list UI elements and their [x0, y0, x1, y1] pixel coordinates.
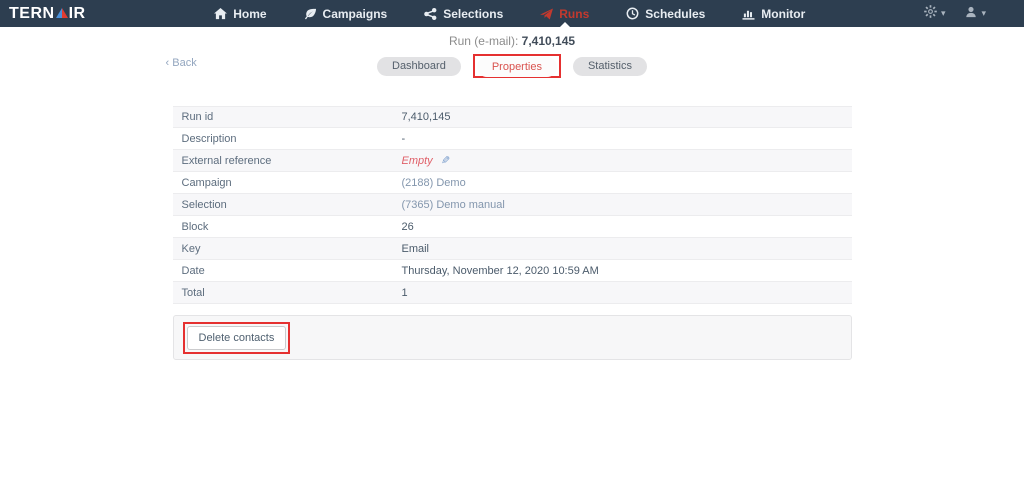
row-value: - — [401, 132, 406, 145]
nav-item-monitor[interactable]: Monitor — [742, 0, 805, 27]
page-title-run-id: 7,410,145 — [521, 34, 576, 48]
nav-label: Runs — [559, 6, 590, 21]
schedules-icon — [626, 7, 639, 20]
user-icon — [965, 5, 977, 23]
row-value: 7,410,145 — [401, 111, 451, 123]
row-label: Run id — [181, 111, 214, 123]
runs-icon — [540, 7, 554, 20]
tab-dashboard[interactable]: Dashboard — [377, 56, 461, 76]
table-row-run-id: Run id 7,410,145 — [172, 106, 852, 128]
row-label: Date — [181, 264, 205, 277]
properties-table: Run id 7,410,145 Description - External … — [172, 106, 852, 304]
row-label: Block — [181, 220, 209, 233]
table-row-selection: Selection (7365) Demo manual — [172, 194, 852, 216]
logo-triangle-icon — [55, 8, 68, 18]
row-value: Email — [401, 242, 430, 255]
nav-item-runs[interactable]: Runs — [540, 0, 589, 27]
logo-text-right: IR — [68, 4, 86, 22]
main-nav: Home Campaigns Selections Runs Schedules… — [96, 0, 924, 27]
navbar-right-controls: ▾ ▾ — [924, 4, 1024, 23]
nav-item-campaigns[interactable]: Campaigns — [304, 0, 388, 27]
back-chevron-icon: ‹ — [165, 57, 170, 69]
row-label: Campaign — [181, 176, 232, 189]
table-row-total: Total 1 — [172, 282, 852, 304]
tabs: Dashboard Properties Statistics — [173, 54, 852, 78]
row-value: 1 — [401, 286, 408, 299]
row-value: 26 — [401, 220, 414, 233]
monitor-icon — [742, 8, 755, 20]
row-label: Total — [181, 286, 205, 299]
row-label: Key — [181, 242, 201, 255]
chevron-down-icon: ▾ — [940, 8, 946, 18]
delete-contacts-button[interactable]: Delete contacts — [186, 325, 287, 350]
nav-item-home[interactable]: Home — [214, 0, 267, 27]
logo-text-left: TERN — [9, 4, 55, 22]
row-label: External reference — [181, 154, 272, 167]
nav-label: Home — [233, 6, 267, 21]
table-row-date: Date Thursday, November 12, 2020 10:59 A… — [172, 260, 852, 282]
selection-link[interactable]: (7365) Demo manual — [402, 199, 505, 211]
gear-icon — [924, 4, 937, 23]
empty-value-text: Empty — [401, 155, 433, 167]
user-menu[interactable]: ▾ — [965, 5, 986, 23]
tab-statistics[interactable]: Statistics — [572, 56, 647, 76]
edit-pencil-icon[interactable]: ✎ — [441, 154, 450, 167]
campaign-link[interactable]: (2188) Demo — [402, 177, 466, 189]
nav-label: Schedules — [645, 6, 706, 21]
nav-label: Monitor — [761, 6, 806, 21]
table-row-key: Key Email — [172, 238, 852, 260]
table-row-description: Description - — [172, 128, 852, 150]
page-title-prefix: Run (e-mail): — [448, 34, 519, 48]
home-icon — [214, 7, 228, 20]
annotation-box-delete-contacts: Delete contacts — [182, 321, 291, 354]
top-navbar: TERN IR Home Campaigns Selections Runs S… — [0, 0, 1024, 27]
table-row-block: Block 26 — [172, 216, 852, 238]
settings-menu[interactable]: ▾ — [924, 4, 946, 23]
row-value: Empty ✎ — [402, 154, 450, 167]
annotation-box-properties: Properties — [472, 54, 561, 78]
row-label: Description — [181, 132, 237, 145]
table-row-external-reference: External reference Empty ✎ — [172, 150, 852, 172]
row-label: Selection — [181, 198, 227, 211]
page-title: Run (e-mail): 7,410,145 — [0, 34, 1024, 48]
nav-item-selections[interactable]: Selections — [424, 0, 503, 27]
actions-panel: Delete contacts — [172, 315, 852, 360]
campaigns-icon — [304, 8, 317, 20]
nav-item-schedules[interactable]: Schedules — [626, 0, 705, 27]
tab-properties[interactable]: Properties — [476, 57, 557, 77]
nav-label: Selections — [443, 6, 504, 21]
table-row-campaign: Campaign (2188) Demo — [172, 172, 852, 194]
selections-icon — [424, 7, 437, 20]
row-value: Thursday, November 12, 2020 10:59 AM — [401, 264, 599, 277]
nav-label: Campaigns — [322, 6, 388, 21]
ternair-logo[interactable]: TERN IR — [0, 5, 96, 23]
tab-bar: ‹ Back Dashboard Properties Statistics — [166, 54, 852, 78]
chevron-down-icon: ▾ — [981, 8, 986, 18]
